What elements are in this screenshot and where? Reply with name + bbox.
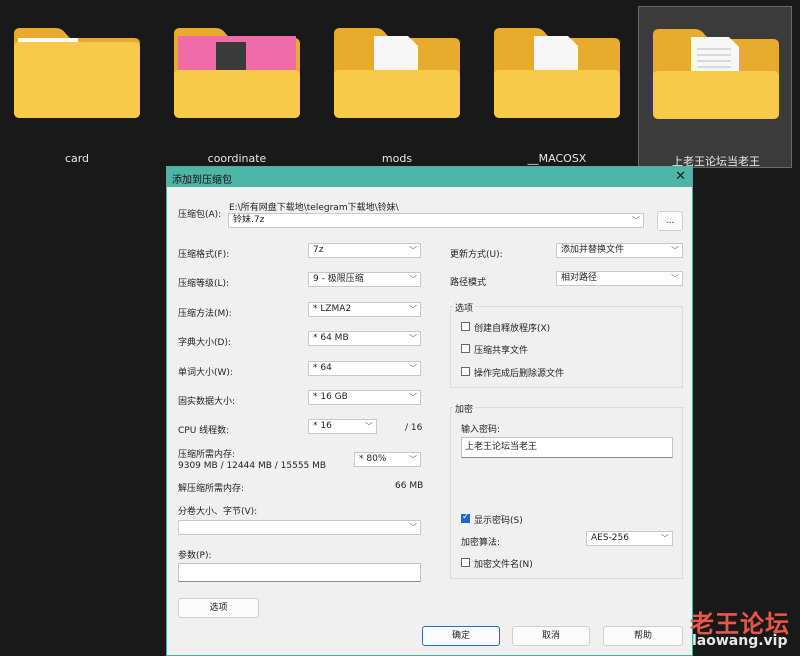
dict-value: * 64 MB	[313, 333, 349, 343]
mem-value: 9309 MB / 12444 MB / 15555 MB	[178, 461, 327, 471]
dict-label: 字典大小(D):	[178, 338, 231, 348]
archive-name-combo[interactable]: 铃妹.7z ﹀	[228, 213, 644, 228]
folder-item-card[interactable]: card	[0, 6, 154, 168]
folder-icon	[14, 28, 140, 118]
chevron-down-icon: ﹀	[409, 334, 417, 343]
pathmode-value: 相对路径	[561, 273, 598, 283]
password-value: 上老王论坛当老王	[465, 442, 538, 452]
mem-pct-select[interactable]: * 80% ﹀	[354, 452, 421, 467]
level-select[interactable]: 9 - 极限压缩 ﹀	[308, 272, 421, 287]
delete-label: 操作完成后删除源文件	[474, 369, 565, 379]
show-password-checkbox[interactable]	[461, 512, 470, 523]
delete-checkbox[interactable]	[461, 367, 470, 376]
chevron-down-icon: ﹀	[409, 275, 417, 284]
shared-label: 压缩共享文件	[474, 346, 529, 356]
pathmode-select[interactable]: 相对路径 ﹀	[556, 271, 683, 286]
solid-select[interactable]: * 16 GB ﹀	[308, 390, 421, 405]
cpu-label: CPU 线程数:	[178, 426, 230, 436]
password-input[interactable]: 上老王论坛当老王	[461, 437, 673, 458]
cpu-value: * 16	[313, 421, 332, 431]
word-label: 单词大小(W):	[178, 368, 233, 378]
folder-item-coordinate[interactable]: coordinate	[160, 6, 314, 168]
chevron-down-icon: ﹀	[409, 305, 417, 314]
watermark-url: laowang.vip	[692, 633, 788, 649]
params-label: 参数(P):	[178, 551, 212, 561]
dialog-titlebar[interactable]: 添加到压缩包 ✕	[167, 167, 692, 187]
method-value: * LZMA2	[313, 304, 352, 314]
demem-value: 66 MB	[395, 481, 424, 491]
sfx-label: 创建自释放程序(X)	[474, 324, 551, 334]
word-value: * 64	[313, 363, 332, 373]
folder-item-mods[interactable]: mods	[320, 6, 474, 168]
mem-label: 压缩所需内存:	[178, 450, 236, 460]
folder-name: coordinate	[207, 152, 267, 165]
enc-method-select[interactable]: AES-256 ﹀	[586, 531, 673, 546]
params-input[interactable]	[178, 563, 421, 582]
format-value: 7z	[313, 245, 324, 255]
sfx-checkbox[interactable]	[461, 322, 470, 331]
pathmode-label: 路径模式	[450, 278, 487, 288]
close-icon[interactable]: ✕	[675, 169, 686, 184]
update-select[interactable]: 添加并替换文件 ﹀	[556, 243, 683, 258]
dialog-title: 添加到压缩包	[172, 175, 232, 186]
level-value: 9 - 极限压缩	[313, 274, 364, 284]
options-button[interactable]: 选项	[178, 598, 259, 618]
format-select[interactable]: 7z ﹀	[308, 243, 421, 258]
folder-image-icon	[174, 28, 300, 118]
solid-label: 固实数据大小:	[178, 397, 236, 407]
update-label: 更新方式(U):	[450, 250, 503, 260]
chevron-down-icon: ﹀	[671, 274, 679, 283]
shared-checkbox[interactable]	[461, 344, 470, 353]
cancel-button[interactable]: 取消	[512, 626, 590, 646]
cpu-select[interactable]: * 16 ﹀	[308, 419, 377, 434]
chevron-down-icon: ﹀	[409, 246, 417, 255]
encryption-group-title: 加密	[453, 402, 476, 415]
split-label: 分卷大小、字节(V):	[178, 507, 258, 517]
cpu-total: / 16	[405, 423, 423, 433]
chevron-down-icon: ﹀	[671, 246, 679, 255]
folder-name: mods	[381, 152, 413, 165]
chevron-down-icon: ﹀	[409, 393, 417, 402]
folder-name: __MACOSX	[527, 152, 587, 165]
browse-button[interactable]: ...	[657, 211, 683, 231]
enc-method-value: AES-256	[591, 533, 629, 543]
word-select[interactable]: * 64 ﹀	[308, 361, 421, 376]
folder-item-macosx[interactable]: __MACOSX	[480, 6, 634, 168]
chevron-down-icon: ﹀	[409, 523, 417, 532]
enc-method-label: 加密算法:	[461, 538, 501, 548]
show-password-label: 显示密码(S)	[474, 516, 523, 526]
archive-name: 铃妹.7z	[233, 215, 265, 225]
solid-value: * 16 GB	[313, 392, 348, 402]
encrypt-names-label: 加密文件名(N)	[474, 560, 533, 570]
password-label: 输入密码:	[461, 425, 501, 435]
update-value: 添加并替换文件	[561, 245, 625, 255]
folder-file-icon	[494, 28, 620, 118]
archive-path: E:\所有网盘下载地\telegram下载地\铃妹\	[229, 203, 399, 213]
ok-button[interactable]: 确定	[422, 626, 500, 646]
dict-select[interactable]: * 64 MB ﹀	[308, 331, 421, 346]
folder-text-icon	[653, 29, 779, 119]
options-group-title: 选项	[453, 301, 476, 314]
add-to-archive-dialog: 添加到压缩包 ✕ 压缩包(A): E:\所有网盘下载地\telegram下载地\…	[166, 166, 693, 656]
level-label: 压缩等级(L):	[178, 279, 230, 289]
folder-name: card	[64, 152, 90, 165]
format-label: 压缩格式(F):	[178, 250, 230, 260]
folder-item-selected[interactable]: 上老王论坛当老王	[638, 6, 792, 168]
chevron-down-icon: ﹀	[409, 455, 417, 464]
chevron-down-icon: ﹀	[365, 422, 373, 431]
folder-file-icon	[334, 28, 460, 118]
split-select[interactable]: ﹀	[178, 520, 421, 535]
help-button[interactable]: 帮助	[603, 626, 683, 646]
archive-label: 压缩包(A):	[178, 210, 222, 220]
method-label: 压缩方法(M):	[178, 309, 232, 319]
demem-label: 解压缩所需内存:	[178, 484, 245, 494]
chevron-down-icon: ﹀	[632, 216, 640, 225]
encrypt-names-checkbox[interactable]	[461, 558, 470, 567]
chevron-down-icon: ﹀	[661, 534, 669, 543]
chevron-down-icon: ﹀	[409, 364, 417, 373]
method-select[interactable]: * LZMA2 ﹀	[308, 302, 421, 317]
mem-pct-value: * 80%	[359, 454, 387, 464]
